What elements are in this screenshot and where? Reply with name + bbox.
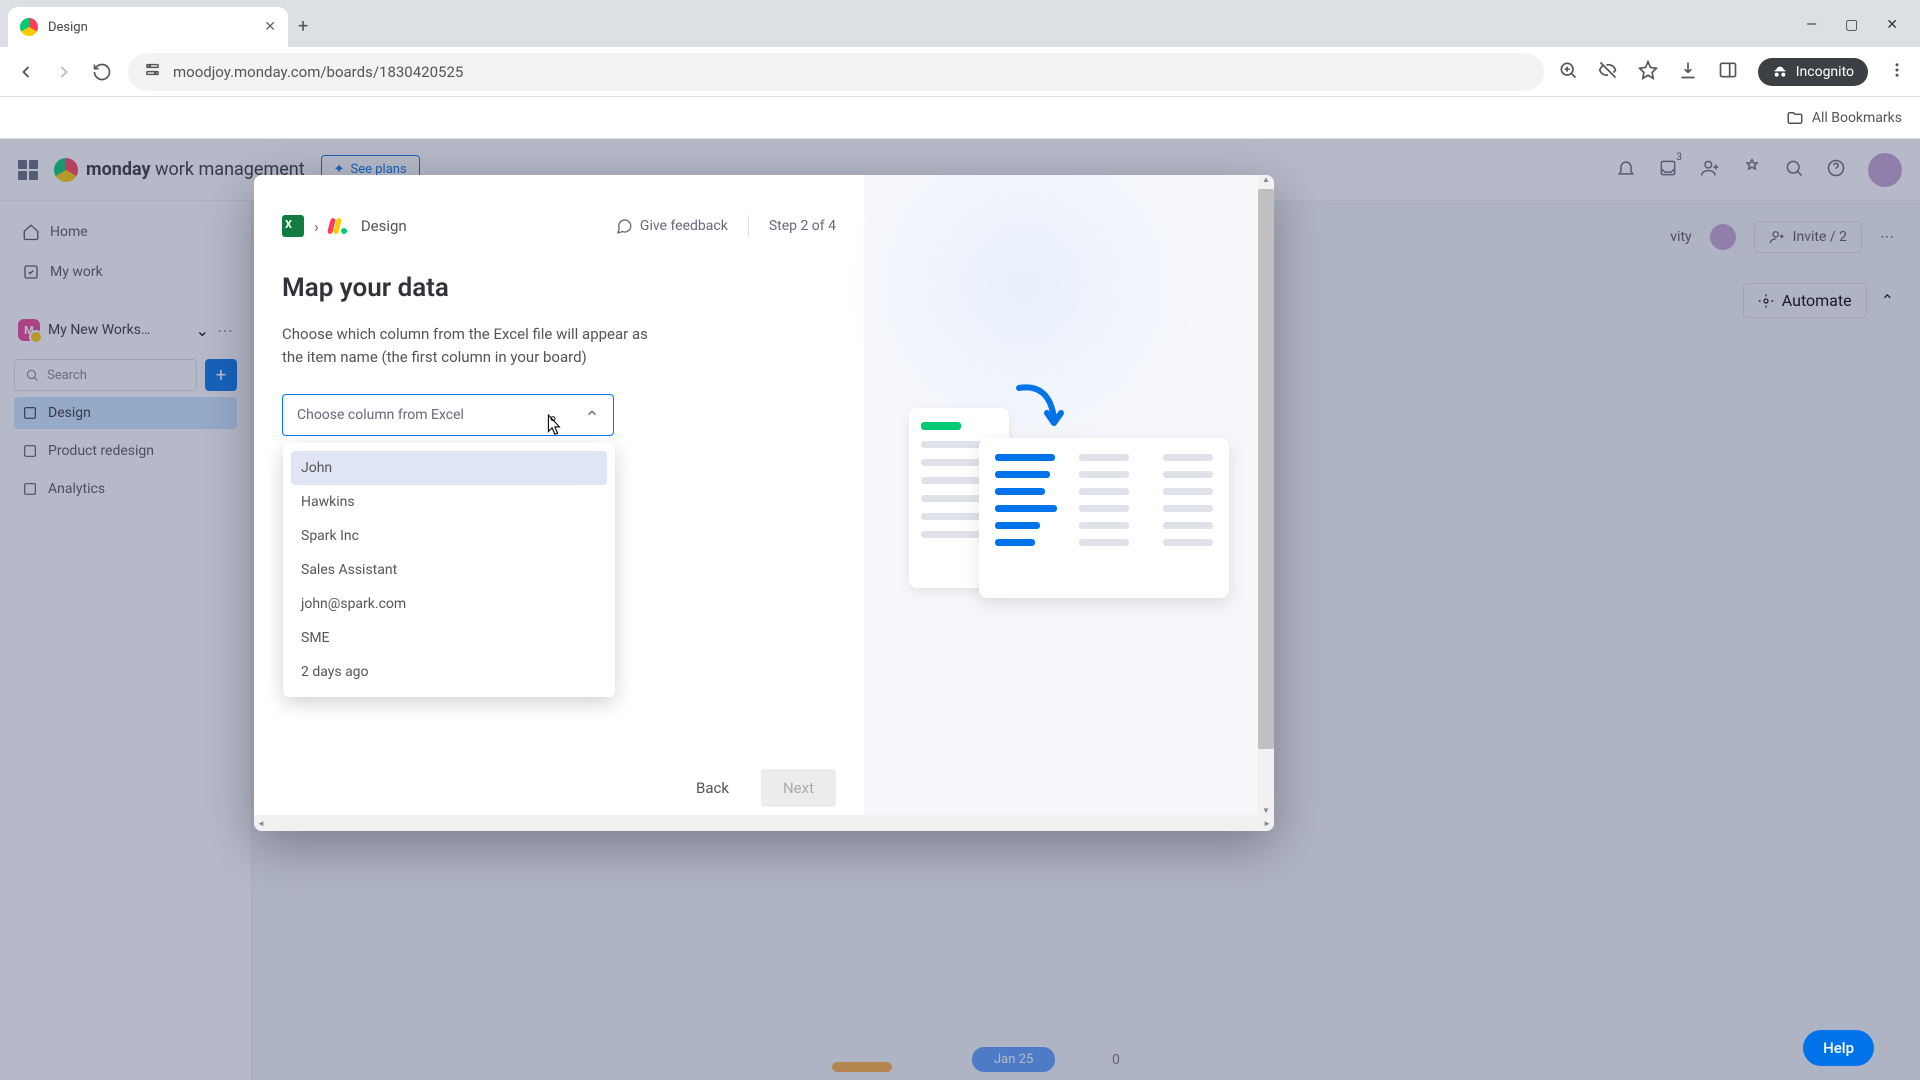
apps-icon[interactable]	[1742, 158, 1762, 182]
cursor-icon	[542, 413, 564, 443]
forward-button[interactable]	[52, 60, 76, 84]
sidebar-search[interactable]: Search	[14, 359, 197, 391]
star-icon[interactable]	[1638, 60, 1658, 84]
dropdown-list: John Hawkins Spark Inc Sales Assistant j…	[283, 443, 615, 697]
illustration-sheet-front	[979, 438, 1229, 598]
give-feedback-button[interactable]: Give feedback	[615, 217, 728, 235]
collapse-icon[interactable]: ⌃	[1881, 291, 1894, 310]
monday-logo-icon	[54, 158, 78, 182]
minimize-button[interactable]: —	[1806, 17, 1817, 33]
site-settings-icon[interactable]	[144, 61, 161, 82]
new-tab-button[interactable]: +	[298, 16, 308, 37]
activity-avatar	[1710, 224, 1736, 250]
inbox-icon[interactable]: 3	[1658, 158, 1678, 182]
eye-off-icon[interactable]	[1598, 60, 1618, 84]
activity-partial[interactable]: vity	[1670, 229, 1691, 245]
workspace-selector[interactable]: M My New Works… ⌄ ⋯	[14, 311, 237, 349]
browser-tab[interactable]: Design ✕	[8, 7, 288, 47]
sidebar-home[interactable]: Home	[14, 215, 237, 249]
chevron-up-icon	[585, 406, 599, 424]
modal-scrollbar-vertical[interactable]: ▲ ▼	[1258, 175, 1274, 815]
panel-icon[interactable]	[1718, 60, 1738, 84]
count-zero: 0	[1112, 1052, 1120, 1068]
close-tab-icon[interactable]: ✕	[264, 19, 276, 35]
all-bookmarks-button[interactable]: All Bookmarks	[1786, 109, 1902, 127]
date-pill-jan: Jan 25	[972, 1047, 1055, 1072]
modal-description: Choose which column from the Excel file …	[282, 323, 672, 370]
modal-footer: Back Next	[282, 749, 836, 807]
dropdown-option-john[interactable]: John	[291, 451, 607, 485]
breadcrumb-label: Design	[361, 217, 407, 235]
menu-icon[interactable]	[1888, 61, 1906, 83]
board-menu-icon[interactable]: ⋯	[1880, 229, 1894, 245]
divider	[748, 215, 749, 237]
browser-tab-strip: Design ✕ + — ▢ ✕	[0, 0, 1920, 47]
workspace-menu-icon[interactable]: ⋯	[217, 321, 233, 340]
tab-title: Design	[48, 20, 254, 35]
zoom-icon[interactable]	[1558, 60, 1578, 84]
dropdown-option-spark-inc[interactable]: Spark Inc	[291, 519, 607, 553]
board-item-product-redesign[interactable]: Product redesign	[14, 435, 237, 467]
excel-icon	[282, 215, 304, 237]
import-modal: › Design Give feedback Step 2 of 4 Map y…	[254, 175, 1274, 831]
dropdown-option-2-days-ago[interactable]: 2 days ago	[291, 655, 607, 689]
next-button[interactable]: Next	[761, 769, 836, 807]
close-window-button[interactable]: ✕	[1886, 17, 1898, 33]
chevron-down-icon: ⌄	[196, 321, 209, 340]
back-button[interactable]	[14, 60, 38, 84]
dropdown-placeholder: Choose column from Excel	[297, 407, 464, 423]
window-controls: — ▢ ✕	[1806, 17, 1898, 33]
automate-button[interactable]: Automate	[1743, 283, 1867, 318]
maximize-button[interactable]: ▢	[1845, 17, 1858, 33]
column-dropdown[interactable]: Choose column from Excel John Hawkins Sp…	[282, 394, 614, 436]
workspace-badge: M	[18, 319, 40, 341]
incognito-badge[interactable]: Incognito	[1758, 58, 1868, 86]
app-launcher-icon[interactable]	[18, 160, 38, 180]
search-icon[interactable]	[1784, 158, 1804, 182]
download-icon[interactable]	[1678, 60, 1698, 84]
sidebar-my-work[interactable]: My work	[14, 255, 237, 289]
browser-toolbar: moodjoy.monday.com/boards/1830420525 Inc…	[0, 47, 1920, 97]
bookmarks-bar: All Bookmarks	[0, 97, 1920, 139]
favicon-icon	[20, 18, 38, 36]
invite-icon[interactable]	[1700, 158, 1720, 182]
add-board-button[interactable]: +	[205, 359, 237, 391]
modal-scrollbar-horizontal[interactable]	[254, 815, 1274, 831]
board-item-analytics[interactable]: Analytics	[14, 473, 237, 505]
chevron-right-icon: ›	[314, 217, 319, 236]
arrow-icon	[1009, 378, 1069, 438]
step-indicator: Step 2 of 4	[769, 218, 836, 234]
dropdown-option-email[interactable]: john@spark.com	[291, 587, 607, 621]
url-text: moodjoy.monday.com/boards/1830420525	[173, 63, 463, 81]
dropdown-option-sme[interactable]: SME	[291, 621, 607, 655]
monday-icon	[329, 215, 351, 237]
back-button[interactable]: Back	[678, 769, 747, 807]
invite-button[interactable]: Invite / 2	[1754, 221, 1862, 253]
help-icon[interactable]	[1826, 158, 1846, 182]
notifications-icon[interactable]	[1616, 158, 1636, 182]
dropdown-option-sales-assistant[interactable]: Sales Assistant	[291, 553, 607, 587]
url-bar[interactable]: moodjoy.monday.com/boards/1830420525	[128, 53, 1544, 91]
user-avatar[interactable]	[1868, 153, 1902, 187]
board-item-design[interactable]: Design	[14, 397, 237, 429]
reload-button[interactable]	[90, 60, 114, 84]
sidebar: Home My work M My New Works… ⌄ ⋯ Search …	[0, 201, 252, 1080]
date-pill	[832, 1062, 892, 1072]
dropdown-option-hawkins[interactable]: Hawkins	[291, 485, 607, 519]
help-button[interactable]: Help	[1803, 1030, 1874, 1066]
modal-illustration	[864, 175, 1274, 831]
modal-title: Map your data	[282, 273, 836, 303]
